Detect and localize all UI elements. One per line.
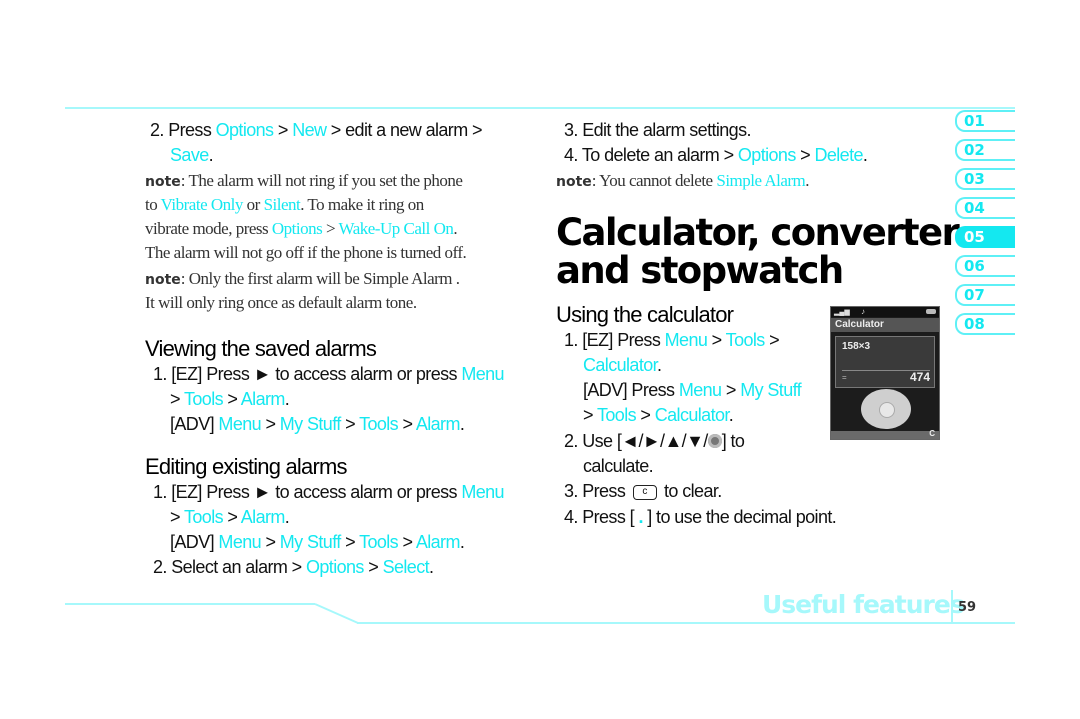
save-link: Save (170, 145, 209, 165)
alarm-step-3: 3. Edit the alarm settings. (564, 120, 752, 140)
battery-icon (926, 309, 936, 314)
new-link: New (292, 120, 327, 140)
calculator-phone-screenshot: ▂▄▆ ♪ Calculator 158×3 = 474 C (830, 306, 940, 440)
calculator-expression: 158×3 (842, 341, 871, 352)
center-key (879, 402, 895, 418)
note-1-line-3: vibrate mode, press Options > Wake-Up Ca… (145, 219, 458, 238)
calc-step-2-cont: calculate. (583, 456, 654, 476)
viewing-heading: Viewing the saved alarms (145, 336, 377, 361)
clear-key-icon: c (632, 484, 657, 500)
top-rule (65, 107, 1015, 109)
chapter-tab-03[interactable]: 03 (955, 168, 1015, 190)
bottom-rule-right (357, 622, 1015, 624)
editing-step-1: 1. [EZ] Press ► to access alarm or press… (153, 482, 505, 502)
alarm-step-2: 2. Press Options > New > edit a new alar… (150, 120, 483, 140)
calc-step-2: 2. Use [◄/►/▲/▼/] to (564, 431, 745, 451)
page-number: 59 (958, 600, 977, 615)
note-1-line-2: to Vibrate Only or Silent. To make it ri… (145, 195, 424, 214)
music-icon: ♪ (861, 307, 865, 316)
calc-step-4: 4. Press [ . ] to use the decimal point. (564, 507, 837, 527)
calculator-heading: Using the calculator (556, 302, 734, 327)
note-1-line-4: The alarm will not go off if the phone i… (145, 243, 467, 262)
calc-step-3: 3. Press c to clear. (564, 481, 722, 501)
phone-status-bar: ▂▄▆ ♪ (831, 307, 939, 317)
calculator-result: 474 (909, 370, 930, 384)
chapter-tab-07[interactable]: 07 (955, 284, 1015, 306)
bottom-rule-left (65, 603, 315, 605)
note-2-line-2: It will only ring once as default alarm … (145, 293, 417, 312)
alarm-step-4: 4. To delete an alarm > Options > Delete… (564, 145, 868, 165)
delete-note: note: You cannot delete Simple Alarm. (556, 171, 810, 190)
signal-icon: ▂▄▆ (834, 309, 850, 316)
options-link: Options (215, 120, 274, 140)
section-title-line-2: and stopwatch (556, 249, 844, 292)
calc-step-1-adv-cont: > Tools > Calculator. (583, 405, 734, 425)
chapter-tab-08[interactable]: 08 (955, 313, 1015, 335)
chapter-tab-04[interactable]: 04 (955, 197, 1015, 219)
note-1-line-1: note: The alarm will not ring if you set… (145, 171, 463, 190)
phone-screen-title: Calculator (831, 318, 939, 332)
bottom-rule-slope (314, 603, 359, 624)
calc-step-1-adv: [ADV] Press Menu > My Stuff (583, 380, 802, 400)
footer-section-title: Useful features (762, 590, 965, 619)
equals-sign: = (842, 373, 847, 382)
editing-step-1-adv: [ADV] Menu > My Stuff > Tools > Alarm. (170, 532, 465, 552)
editing-step-2: 2. Select an alarm > Options > Select. (153, 557, 434, 577)
section-title-line-1: Calculator, converter (556, 211, 960, 254)
footer-divider (951, 590, 953, 622)
viewing-step-1-cont: > Tools > Alarm. (170, 389, 290, 409)
center-key-icon (707, 434, 722, 448)
editing-heading: Editing existing alarms (145, 454, 348, 479)
viewing-step-1-adv: [ADV] Menu > My Stuff > Tools > Alarm. (170, 414, 465, 434)
softkey-bar: C (831, 429, 939, 439)
editing-step-1-cont: > Tools > Alarm. (170, 507, 290, 527)
calculator-display: 158×3 = 474 (835, 336, 935, 388)
chapter-tab-01[interactable]: 01 (955, 110, 1015, 132)
calc-step-1-cont: Calculator. (583, 355, 662, 375)
chapter-tab-05[interactable]: 05 (955, 226, 1015, 248)
navigation-pad (861, 389, 911, 429)
viewing-step-1: 1. [EZ] Press ► to access alarm or press… (153, 364, 505, 384)
alarm-step-2-cont: Save. (170, 145, 214, 165)
calc-step-1: 1. [EZ] Press Menu > Tools > (564, 330, 780, 350)
note-2-line-1: note: Only the first alarm will be Simpl… (145, 269, 460, 288)
chapter-tab-02[interactable]: 02 (955, 139, 1015, 161)
chapter-tab-06[interactable]: 06 (955, 255, 1015, 277)
